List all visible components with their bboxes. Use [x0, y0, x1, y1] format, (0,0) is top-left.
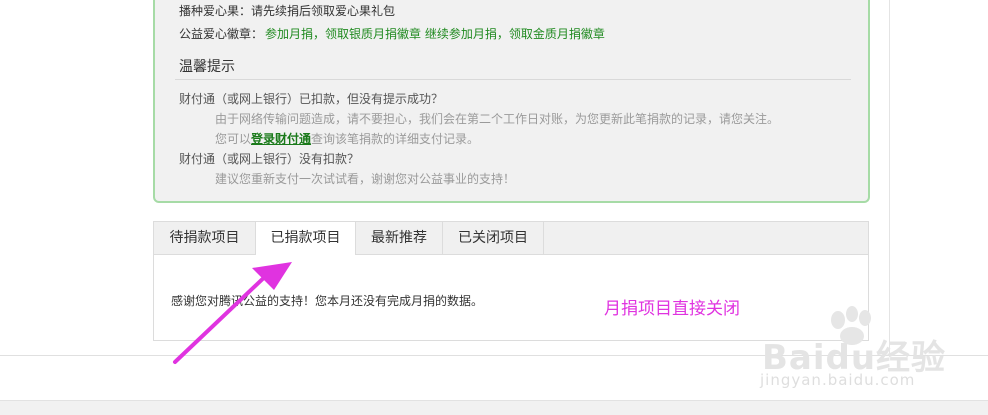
watermark-url: jingyan.baidu.com: [760, 371, 916, 389]
watermark: Baidu经验 jingyan.baidu.com: [758, 300, 978, 400]
arrow-shaft: [173, 268, 274, 364]
annotation-text: 月捐项目直接关闭: [604, 299, 740, 319]
